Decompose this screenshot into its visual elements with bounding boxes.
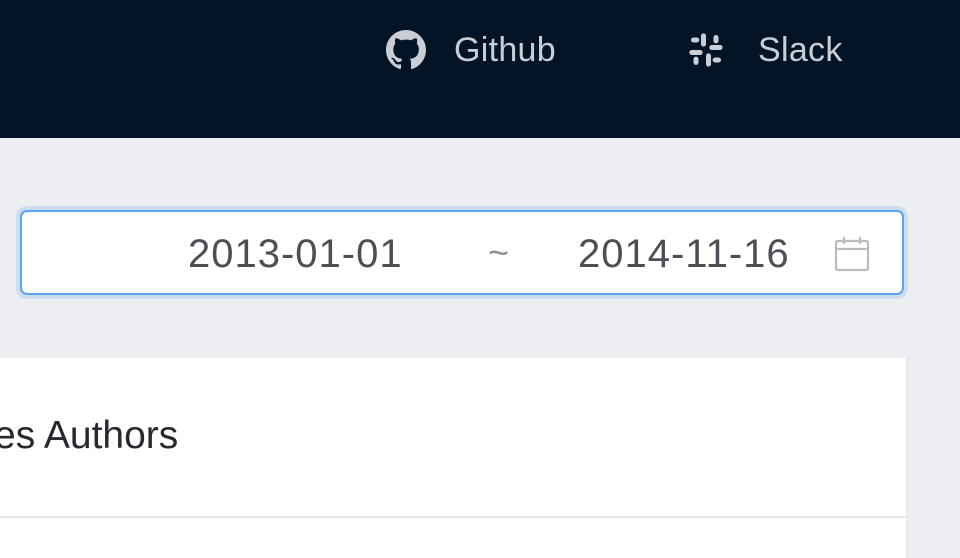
range-end-input[interactable]: 2014-11-16 [578,232,790,277]
authors-card: es Authors [0,358,907,558]
slack-link-label: Slack [758,30,843,69]
calendar-icon[interactable] [834,236,870,272]
top-header: Github Slack [0,0,960,138]
date-range-picker[interactable]: 2013-01-01 ~ 2014-11-16 [20,210,904,295]
card-title: es Authors [0,414,179,457]
range-separator: ~ [488,232,510,273]
github-icon [386,30,426,70]
github-link-label: Github [454,30,556,69]
main-content: 2013-01-01 ~ 2014-11-16 es Authors [0,138,960,558]
range-start-input[interactable]: 2013-01-01 [188,232,403,277]
github-link[interactable]: Github [386,26,556,74]
slack-icon [686,30,726,70]
slack-link[interactable]: Slack [686,26,843,74]
card-divider [0,516,906,518]
